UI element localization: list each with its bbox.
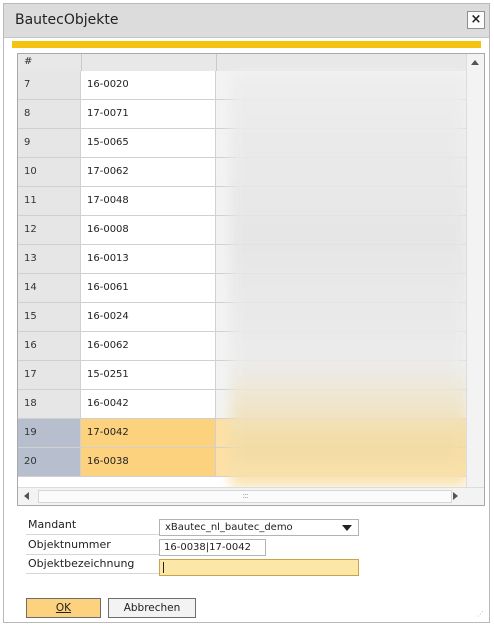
row-number: 15 (24, 311, 37, 322)
label-underline (26, 534, 159, 535)
scroll-thumb[interactable]: ::: (38, 490, 452, 503)
header-separator (216, 54, 217, 71)
object-code: 16-0038 (87, 456, 129, 467)
row-number-cell[interactable]: 12 (18, 216, 81, 244)
row-number: 18 (24, 398, 37, 409)
row-number-cell[interactable]: 13 (18, 245, 81, 273)
blurred-description-column (230, 72, 468, 488)
object-code-cell[interactable]: 17-0071 (81, 100, 216, 128)
object-code: 15-0065 (87, 137, 129, 148)
horizontal-scrollbar[interactable]: ::: (18, 487, 484, 505)
resize-grip-icon[interactable]: ⋰ (477, 610, 485, 618)
row-number: 10 (24, 166, 37, 177)
object-code-cell[interactable]: 17-0062 (81, 158, 216, 186)
object-code-cell[interactable]: 17-0048 (81, 187, 216, 215)
object-code: 16-0062 (87, 340, 129, 351)
row-number-cell[interactable]: 18 (18, 390, 81, 418)
chevron-down-icon[interactable] (342, 525, 352, 531)
ok-label: OK (55, 602, 72, 614)
close-button[interactable]: × (467, 11, 485, 29)
row-number-cell[interactable]: 15 (18, 303, 81, 331)
header-separator (81, 54, 82, 71)
row-number-cell[interactable]: 17 (18, 361, 81, 389)
text-cursor (163, 562, 164, 573)
object-code-cell[interactable]: 17-0042 (81, 419, 216, 447)
row-number: 14 (24, 282, 37, 293)
object-code: 16-0024 (87, 311, 129, 322)
row-number-cell[interactable]: 9 (18, 129, 81, 157)
header-number: # (24, 56, 33, 67)
vertical-scrollbar[interactable] (466, 54, 484, 487)
row-number: 9 (24, 137, 31, 148)
object-code-cell[interactable]: 16-0062 (81, 332, 216, 360)
object-code-cell[interactable]: 16-0013 (81, 245, 216, 273)
object-code-cell[interactable]: 16-0061 (81, 274, 216, 302)
row-number: 7 (24, 79, 31, 90)
row-number: 19 (24, 427, 37, 438)
row-number: 12 (24, 224, 37, 235)
objektnummer-label: Objektnummer (28, 538, 111, 551)
object-code: 16-0042 (87, 398, 129, 409)
grid-header: # (18, 54, 484, 72)
row-number-cell[interactable]: 14 (18, 274, 81, 302)
row-number: 13 (24, 253, 37, 264)
objektbezeichnung-field[interactable] (159, 559, 359, 576)
scroll-left-icon[interactable] (24, 492, 29, 500)
objektnummer-field[interactable]: 16-0038|17-0042 (159, 539, 266, 556)
row-number-cell[interactable]: 11 (18, 187, 81, 215)
object-code: 17-0062 (87, 166, 129, 177)
label-underline (26, 573, 159, 574)
object-code: 17-0048 (87, 195, 129, 206)
cancel-label: Abbrechen (123, 602, 181, 614)
objects-grid[interactable]: # 7 16-0020 8 17-0071 9 15-0065 10 17-0062 11 17-… (17, 53, 485, 506)
object-code: 16-0020 (87, 79, 129, 90)
object-code-cell[interactable]: 16-0024 (81, 303, 216, 331)
object-code-cell[interactable]: 16-0038 (81, 448, 216, 476)
row-number-cell[interactable]: 16 (18, 332, 81, 360)
object-code-cell[interactable]: 15-0251 (81, 361, 216, 389)
row-number-cell[interactable]: 19 (18, 419, 81, 447)
objektbezeichnung-label: Objektbezeichnung (28, 557, 135, 570)
object-code: 16-0008 (87, 224, 129, 235)
mandant-select[interactable]: xBautec_nl_bautec_demo (159, 519, 359, 536)
object-code: 17-0042 (87, 427, 129, 438)
window-title: BautecObjekte (15, 12, 119, 28)
object-code-cell[interactable]: 16-0008 (81, 216, 216, 244)
row-number: 11 (24, 195, 37, 206)
scroll-right-icon[interactable] (453, 492, 458, 500)
object-code: 17-0071 (87, 108, 129, 119)
ok-button[interactable]: OK (26, 598, 101, 618)
label-underline (26, 554, 159, 555)
mandant-label: Mandant (28, 518, 77, 531)
row-number: 16 (24, 340, 37, 351)
title-bar[interactable]: BautecObjekte × (4, 4, 489, 38)
row-number-cell[interactable]: 10 (18, 158, 81, 186)
object-code-cell[interactable]: 16-0042 (81, 390, 216, 418)
mandant-value: xBautec_nl_bautec_demo (165, 522, 293, 533)
object-code: 16-0013 (87, 253, 129, 264)
object-code-cell[interactable]: 16-0020 (81, 71, 216, 99)
cancel-button[interactable]: Abbrechen (108, 598, 196, 618)
row-number: 20 (24, 456, 37, 467)
row-number: 8 (24, 108, 31, 119)
row-number-cell[interactable]: 20 (18, 448, 81, 476)
scroll-up-icon[interactable] (471, 60, 479, 65)
object-code: 15-0251 (87, 369, 129, 380)
row-number: 17 (24, 369, 37, 380)
row-number-cell[interactable]: 7 (18, 71, 81, 99)
object-code: 16-0061 (87, 282, 129, 293)
object-code-cell[interactable]: 15-0065 (81, 129, 216, 157)
accent-bar (12, 41, 481, 48)
dialog-window: BautecObjekte × # 7 16-0020 8 17-0071 9 15-00… (3, 3, 490, 623)
row-number-cell[interactable]: 8 (18, 100, 81, 128)
